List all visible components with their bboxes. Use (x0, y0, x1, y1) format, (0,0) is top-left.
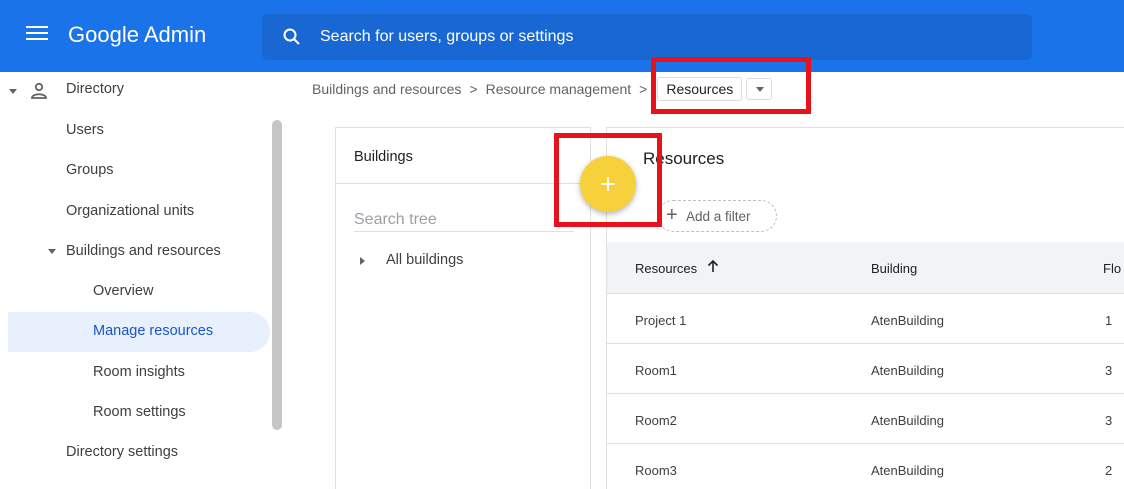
cell-resource-name: Room3 (635, 463, 677, 478)
app-title[interactable]: Google Admin (68, 22, 206, 48)
sort-arrow-up-icon[interactable] (707, 259, 719, 273)
breadcrumb-separator: > (639, 81, 648, 97)
sidebar-item-manage-resources[interactable]: Manage resources (93, 323, 213, 339)
expand-arrow-icon[interactable] (360, 257, 365, 265)
add-filter-label: Add a filter (686, 209, 751, 224)
buildings-title: Buildings (354, 149, 413, 165)
top-app-bar: Google Admin (0, 0, 1124, 72)
table-header: Resources Building Flo (607, 242, 1124, 294)
search-input[interactable] (320, 26, 920, 48)
cell-building: AtenBuilding (871, 463, 944, 478)
expand-caret-icon[interactable] (48, 249, 56, 254)
breadcrumb-resource-management[interactable]: Resource management (486, 81, 632, 97)
sidebar-item-overview[interactable]: Overview (93, 283, 153, 299)
sidebar-item-buildings-resources[interactable]: Buildings and resources (66, 243, 221, 259)
search-icon (283, 28, 300, 45)
breadcrumb-buildings-resources[interactable]: Buildings and resources (312, 81, 461, 97)
cell-building: AtenBuilding (871, 363, 944, 378)
column-header-resources[interactable]: Resources (635, 261, 697, 276)
cell-building: AtenBuilding (871, 313, 944, 328)
cell-resource-name: Room1 (635, 363, 677, 378)
table-row[interactable]: Room1 AtenBuilding 3 (607, 344, 1124, 394)
cell-resource-name: Project 1 (635, 313, 687, 328)
sidebar-item-directory[interactable]: Directory (66, 81, 124, 97)
tree-search-input[interactable] (354, 208, 574, 232)
cell-floor: 1 (1105, 313, 1113, 328)
buildings-header: Buildings (336, 128, 590, 184)
cell-resource-name: Room2 (635, 413, 677, 428)
search-bar[interactable] (262, 14, 1032, 60)
plus-icon: + (666, 204, 678, 226)
breadcrumb-separator: > (469, 81, 478, 97)
sidebar-item-room-settings[interactable]: Room settings (93, 404, 186, 420)
sidebar-scrollbar[interactable] (272, 120, 282, 430)
table-row[interactable]: Project 1 AtenBuilding 1 (607, 294, 1124, 344)
highlight-box-add-button (554, 133, 662, 227)
cell-floor: 2 (1105, 463, 1113, 478)
sidebar-item-groups[interactable]: Groups (66, 162, 114, 178)
tree-item-all-buildings[interactable]: All buildings (386, 252, 463, 268)
cell-building: AtenBuilding (871, 413, 944, 428)
sidebar-item-users[interactable]: Users (66, 122, 104, 138)
cell-floor: 3 (1105, 413, 1113, 428)
cell-floor: 3 (1105, 363, 1113, 378)
column-header-floor[interactable]: Flo (1103, 261, 1121, 276)
table-row[interactable]: Room2 AtenBuilding 3 (607, 394, 1124, 444)
sidebar-nav: Directory Users Groups Organizational un… (0, 72, 290, 489)
add-filter-button[interactable]: + Add a filter (657, 200, 777, 232)
column-header-building[interactable]: Building (871, 261, 917, 276)
resources-panel: Resources + Add a filter Resources Build… (606, 127, 1124, 489)
hamburger-menu-icon[interactable] (26, 26, 48, 44)
sidebar-item-org-units[interactable]: Organizational units (66, 203, 194, 219)
collapse-caret-icon[interactable] (9, 89, 17, 94)
sidebar-item-directory-settings[interactable]: Directory settings (66, 444, 178, 460)
highlight-box-resources-breadcrumb (651, 57, 811, 114)
sidebar-item-room-insights[interactable]: Room insights (93, 364, 185, 380)
person-icon (31, 82, 47, 99)
buildings-panel: Buildings All buildings (335, 127, 591, 489)
table-row[interactable]: Room3 AtenBuilding 2 (607, 444, 1124, 489)
